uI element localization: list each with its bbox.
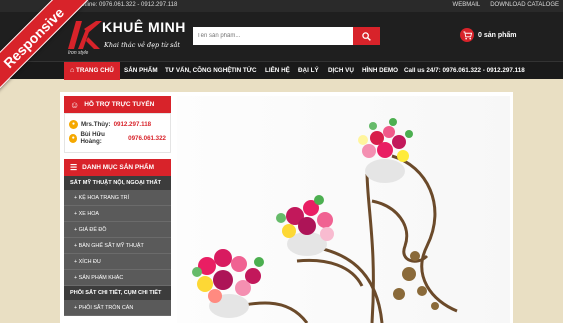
category-group[interactable]: SẮT MỸ THUẬT NỘI, NGOẠI THẤT [64,176,171,190]
cart-icon [460,28,474,42]
search-icon [362,31,371,41]
category-item[interactable]: + BÀN GHẾ SẮT MỸ THUẬT [64,238,171,254]
search-box [193,27,380,45]
category-item[interactable]: + PHÔI SẮT TRÒN CÁN [64,300,171,316]
nav-item-contact[interactable]: LIÊN HỆ [265,62,290,80]
category-item[interactable]: + XÍCH ĐU [64,254,171,270]
sidebar: ☺ HỖ TRỢ TRỰC TUYẾN ● Mrs.Thủy: 0912.297… [64,96,171,323]
nav-item-services[interactable]: DỊCH VỤ [328,62,354,80]
nav-home[interactable]: ⌂ TRANG CHỦ [64,62,120,80]
support-phone[interactable]: 0976.061.322 [128,135,166,142]
nav-item-demo[interactable]: HÌNH DEMO [362,62,398,80]
home-icon: ⌂ [70,67,75,74]
nav-item-consulting[interactable]: TƯ VẤN, CÔNG NGHỆ [165,62,231,80]
category-header: ☰ DANH MỤC SẢN PHẨM [64,159,171,176]
hero-banner[interactable] [177,96,510,323]
header: KHUÊ MINH Khai thác vẻ đẹp từ sắt Iron s… [0,12,563,61]
download-catalog-link[interactable]: DOWNLOAD CATALOGE [490,2,559,8]
smile-icon: ☺ [70,99,80,110]
logo[interactable]: KHUÊ MINH Khai thác vẻ đẹp từ sắt Iron s… [64,17,194,59]
category-group[interactable]: PHÔI SẮT CHI TIẾT, CỤM CHI TIẾT [64,286,171,300]
category-item[interactable]: + GIÁ ĐỂ ĐỒ [64,222,171,238]
top-hotline: Hotline: 0976.061.322 - 0912.297.118 [77,2,178,8]
main-nav: ⌂ TRANG CHỦ SẢN PHẨM TƯ VẤN, CÔNG NGHỆ T… [0,61,563,80]
chat-icon[interactable]: ● [69,133,78,143]
logo-icon [68,21,102,49]
cart-label: 0 sản phẩm [478,31,517,39]
flower-bouquet-middle [276,195,334,241]
search-input[interactable] [193,27,353,45]
support-header: ☺ HỖ TRỢ TRỰC TUYẾN [64,96,171,113]
logo-slogan: Khai thác vẻ đẹp từ sắt [104,41,180,49]
category-item[interactable]: + XE HOA [64,206,171,222]
logo-sub: Iron style [68,50,89,56]
flower-stand-image [192,118,458,323]
list-icon: ☰ [70,163,78,172]
support-contact: ● Mrs.Thủy: 0912.297.118 [69,117,166,131]
category-box: ☰ DANH MỤC SẢN PHẨM SẮT MỸ THUẬT NỘI, NG… [64,159,171,316]
nav-item-news[interactable]: TIN TỨC [231,62,257,80]
nav-item-agency[interactable]: ĐẠI LÝ [298,62,319,80]
logo-brand: KHUÊ MINH [102,19,186,35]
support-contact: ● Bùi Hữu Hoàng: 0976.061.322 [69,131,166,145]
cart[interactable]: 0 sản phẩm [460,28,517,42]
category-item[interactable]: + SẢN PHẨM KHÁC [64,270,171,286]
nav-item-products[interactable]: SẢN PHẨM [124,62,158,80]
nav-hotline: Call us 24/7: 0976.061.322 - 0912.297.11… [404,67,525,74]
support-box: ● Mrs.Thủy: 0912.297.118 ● Bùi Hữu Hoàng… [64,113,171,153]
support-phone[interactable]: 0912.297.118 [114,121,152,128]
category-item[interactable]: + KỆ HOA TRANG TRÍ [64,190,171,206]
search-button[interactable] [353,27,380,45]
chat-icon[interactable]: ● [69,119,78,129]
flower-bouquet-top [358,118,413,162]
webmail-link[interactable]: WEBMAIL [453,2,481,8]
